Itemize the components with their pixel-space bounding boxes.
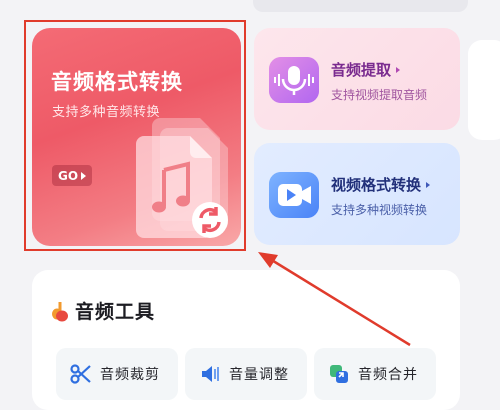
video-format-convert-subtitle: 支持多种视频转换 (331, 203, 428, 217)
offscreen-card-edge (468, 40, 500, 140)
tool-volume-adjust-button[interactable]: 音量调整 (185, 348, 307, 400)
tool-audio-trim-label: 音频裁剪 (100, 367, 160, 383)
audio-tools-panel: 音频工具 音频裁剪 音量调整 音频合并 (32, 270, 460, 410)
chevron-right-icon (426, 181, 431, 188)
audio-extract-title: 音频提取 (331, 59, 401, 80)
microphone-icon (269, 57, 319, 103)
audio-extract-card[interactable]: 音频提取 支持视频提取音频 (254, 28, 460, 130)
tool-audio-trim-button[interactable]: 音频裁剪 (56, 348, 178, 400)
tool-audio-merge-label: 音频合并 (358, 367, 418, 383)
tool-volume-adjust-label: 音量调整 (229, 367, 289, 383)
video-format-convert-title: 视频格式转换 (331, 174, 431, 195)
video-camera-icon (269, 172, 319, 218)
volume-icon (202, 366, 219, 382)
top-card-edge (253, 0, 468, 12)
tool-audio-merge-button[interactable]: 音频合并 (314, 348, 436, 400)
audio-tools-heading-text: 音频工具 (75, 301, 156, 323)
video-format-convert-card[interactable]: 视频格式转换 支持多种视频转换 (254, 143, 460, 245)
audio-extract-subtitle: 支持视频提取音频 (331, 88, 428, 102)
scissors-icon (70, 364, 91, 384)
annotation-highlight-box (24, 20, 246, 251)
audio-tools-logo-icon (52, 301, 68, 321)
chevron-right-icon (396, 66, 401, 73)
audio-tools-heading: 音频工具 (50, 297, 155, 324)
audio-extract-title-text: 音频提取 (331, 61, 392, 79)
merge-icon (330, 365, 348, 383)
video-format-convert-title-text: 视频格式转换 (331, 176, 422, 194)
